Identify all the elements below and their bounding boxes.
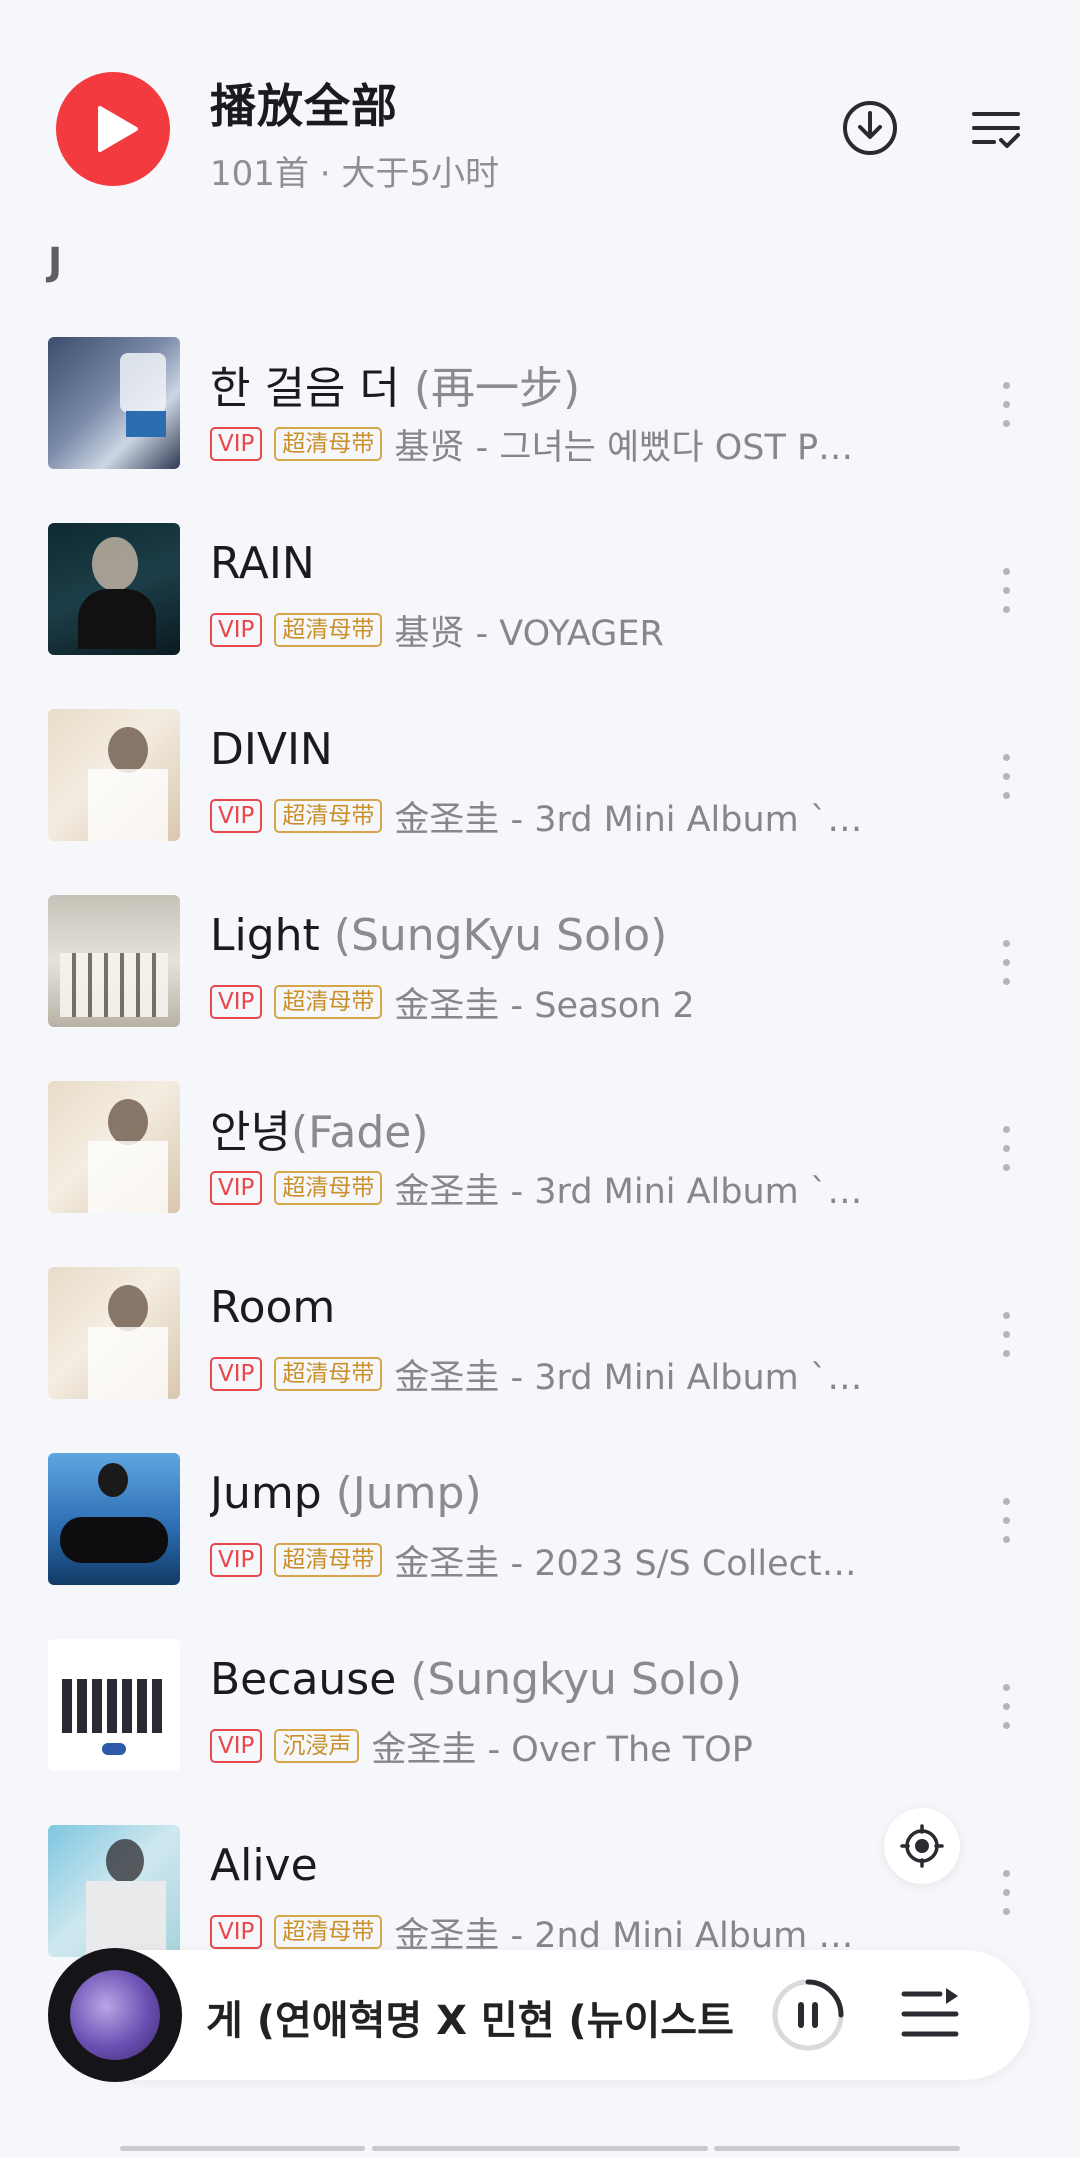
pause-icon[interactable] [768, 1975, 848, 2055]
quality-badge: 超清母带 [274, 1915, 383, 1949]
album-cover [48, 1267, 180, 1399]
locate-current-song-button[interactable] [884, 1808, 960, 1884]
song-title: Alive [210, 1840, 318, 1891]
song-title: DIVIN [210, 724, 333, 775]
album-cover [48, 1081, 180, 1213]
playlist-header: 播放全部 101首 · 大于5小时 [0, 0, 1080, 220]
song-row[interactable]: Jump (Jump) VIP 超清母带 金圣圭 - 2023 S/S Coll… [0, 1438, 1080, 1624]
vip-badge: VIP [210, 799, 263, 833]
more-options-icon[interactable] [996, 1684, 1016, 1744]
vip-badge: VIP [210, 427, 263, 461]
song-title: Jump (Jump) [210, 1468, 482, 1519]
song-meta: VIP 超清母带 金圣圭 - 2nd Mini Album [27] [210, 1910, 864, 1956]
album-cover [48, 337, 180, 469]
song-meta: VIP 超清母带 金圣圭 - 3rd Mini Album `I… [210, 794, 864, 840]
vip-badge: VIP [210, 1171, 263, 1205]
vip-badge: VIP [210, 985, 263, 1019]
song-meta: VIP 超清母带 金圣圭 - 3rd Mini Album `I… [210, 1166, 864, 1212]
album-cover [48, 895, 180, 1027]
play-all-title[interactable]: 播放全部 [210, 70, 398, 136]
more-options-icon[interactable] [996, 754, 1016, 814]
song-meta: VIP 超清母带 金圣圭 - 3rd Mini Album `I… [210, 1352, 864, 1398]
download-icon[interactable] [838, 96, 902, 160]
quality-badge: 超清母带 [274, 1357, 383, 1391]
song-row[interactable]: Because (Sungkyu Solo) VIP 沉浸声 金圣圭 - Ove… [0, 1624, 1080, 1810]
scroll-indicator [120, 2146, 365, 2151]
song-title: Because (Sungkyu Solo) [210, 1654, 743, 1705]
quality-badge: 超清母带 [274, 1543, 383, 1577]
play-icon [98, 106, 138, 152]
vip-badge: VIP [210, 1357, 263, 1391]
song-title: 안녕(Fade) [210, 1107, 429, 1158]
more-options-icon[interactable] [996, 1870, 1016, 1930]
playlist-summary: 101首 · 大于5小时 [210, 154, 499, 194]
locate-icon [900, 1824, 944, 1868]
song-meta: VIP 超清母带 基贤 - VOYAGER [210, 608, 664, 654]
now-playing-art [70, 1970, 160, 2060]
song-title: Light (SungKyu Solo) [210, 910, 668, 961]
artist-album: 金圣圭 - 2023 S/S Collection [394, 1543, 865, 1584]
quality-badge: 超清母带 [274, 613, 383, 647]
album-cover [48, 1825, 180, 1957]
vip-badge: VIP [210, 613, 263, 647]
album-cover [48, 523, 180, 655]
artist-album: 金圣圭 - Over The TOP [371, 1729, 753, 1770]
artist-album: 基贤 - VOYAGER [394, 613, 664, 654]
playlist-queue-icon[interactable] [900, 1986, 960, 2042]
artist-album: 金圣圭 - 3rd Mini Album `I… [394, 1171, 865, 1212]
more-options-icon[interactable] [996, 1498, 1016, 1558]
song-title: RAIN [210, 538, 315, 589]
artist-album: 金圣圭 - 3rd Mini Album `I… [394, 1357, 865, 1398]
multi-select-icon[interactable] [964, 96, 1028, 160]
song-row[interactable]: DIVIN VIP 超清母带 金圣圭 - 3rd Mini Album `I… [0, 694, 1080, 880]
song-list: 한 걸음 더 (再一步) VIP 超清母带 基贤 - 그녀는 예뻤다 OST P… [0, 322, 1080, 1996]
more-options-icon[interactable] [996, 940, 1016, 1000]
song-row[interactable]: Room VIP 超清母带 金圣圭 - 3rd Mini Album `I… [0, 1252, 1080, 1438]
song-title: Room [210, 1282, 336, 1333]
artist-album: 金圣圭 - 3rd Mini Album `I… [394, 799, 865, 840]
quality-badge: 超清母带 [274, 799, 383, 833]
song-meta: VIP 超清母带 金圣圭 - Season 2 [210, 980, 695, 1026]
quality-badge: 超清母带 [274, 1171, 383, 1205]
now-playing-title[interactable]: 게 (연애혁명 X 민현 (뉴이스트 [206, 1988, 746, 2046]
more-options-icon[interactable] [996, 382, 1016, 442]
album-cover [48, 709, 180, 841]
now-playing-cover[interactable] [48, 1948, 182, 2082]
more-options-icon[interactable] [996, 568, 1016, 628]
song-row[interactable]: 한 걸음 더 (再一步) VIP 超清母带 基贤 - 그녀는 예뻤다 OST P… [0, 322, 1080, 508]
index-letter: J [48, 240, 63, 284]
vip-badge: VIP [210, 1543, 263, 1577]
vip-badge: VIP [210, 1915, 263, 1949]
more-options-icon[interactable] [996, 1312, 1016, 1372]
scroll-indicator [372, 2146, 708, 2151]
song-meta: VIP 沉浸声 金圣圭 - Over The TOP [210, 1724, 753, 1770]
song-meta: VIP 超清母带 金圣圭 - 2023 S/S Collection [210, 1538, 864, 1584]
song-meta: VIP 超清母带 基贤 - 그녀는 예뻤다 OST P… [210, 422, 853, 468]
quality-badge: 沉浸声 [274, 1729, 360, 1763]
song-row[interactable]: 안녕(Fade) VIP 超清母带 金圣圭 - 3rd Mini Album `… [0, 1066, 1080, 1252]
scroll-indicator [714, 2146, 960, 2151]
artist-album: 基贤 - 그녀는 예뻤다 OST P… [394, 427, 854, 468]
quality-badge: 超清母带 [274, 427, 383, 461]
album-cover [48, 1639, 180, 1771]
quality-badge: 超清母带 [274, 985, 383, 1019]
vip-badge: VIP [210, 1729, 263, 1763]
song-title: 한 걸음 더 (再一步) [210, 363, 581, 414]
play-all-button[interactable] [56, 72, 170, 186]
song-row[interactable]: Light (SungKyu Solo) VIP 超清母带 金圣圭 - Seas… [0, 880, 1080, 1066]
artist-album: 金圣圭 - Season 2 [394, 985, 695, 1026]
more-options-icon[interactable] [996, 1126, 1016, 1186]
album-cover [48, 1453, 180, 1585]
song-row[interactable]: RAIN VIP 超清母带 基贤 - VOYAGER [0, 508, 1080, 694]
